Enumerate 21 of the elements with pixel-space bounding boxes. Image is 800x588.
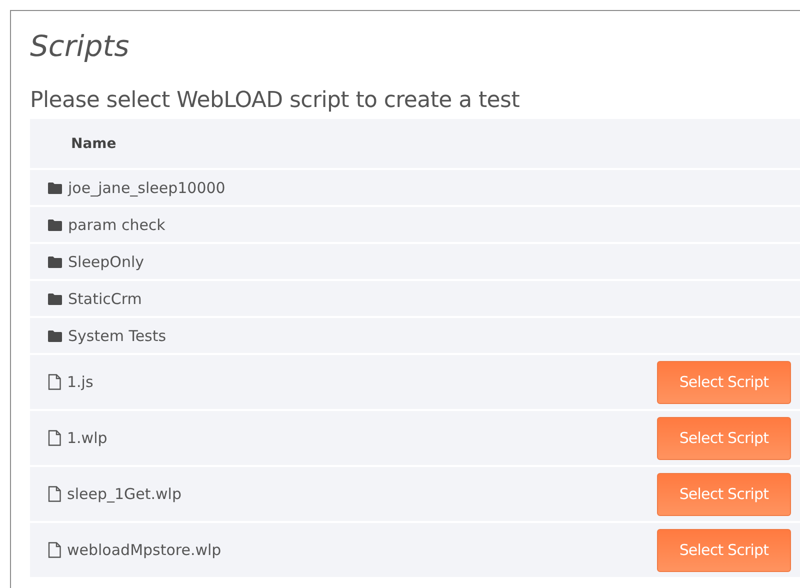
script-name[interactable]: 1.wlp — [67, 429, 657, 447]
folder-icon — [48, 256, 62, 268]
page-subtitle: Please select WebLOAD script to create a test — [30, 87, 521, 115]
page-title: Scripts — [30, 28, 130, 65]
script-name[interactable]: SleepOnly — [68, 252, 791, 270]
script-name[interactable]: 1.js — [67, 373, 657, 391]
file-icon — [48, 486, 61, 502]
file-icon — [48, 430, 61, 446]
folder-icon — [48, 182, 62, 194]
column-header: Name — [71, 136, 116, 152]
script-name[interactable]: sleep_1Get.wlp — [67, 485, 657, 503]
script-name[interactable]: StaticCrm — [68, 290, 791, 308]
script-name[interactable]: webloadMpstore.wlp — [67, 541, 657, 559]
script-name[interactable]: joe_jane_sleep10000 — [68, 178, 791, 196]
folder-icon — [48, 292, 62, 304]
file-icon — [48, 374, 61, 390]
folder-icon — [48, 218, 62, 230]
script-name[interactable]: System Tests — [68, 326, 791, 344]
file-icon — [48, 542, 61, 558]
folder-icon — [48, 330, 62, 342]
script-name[interactable]: param check — [68, 216, 791, 234]
